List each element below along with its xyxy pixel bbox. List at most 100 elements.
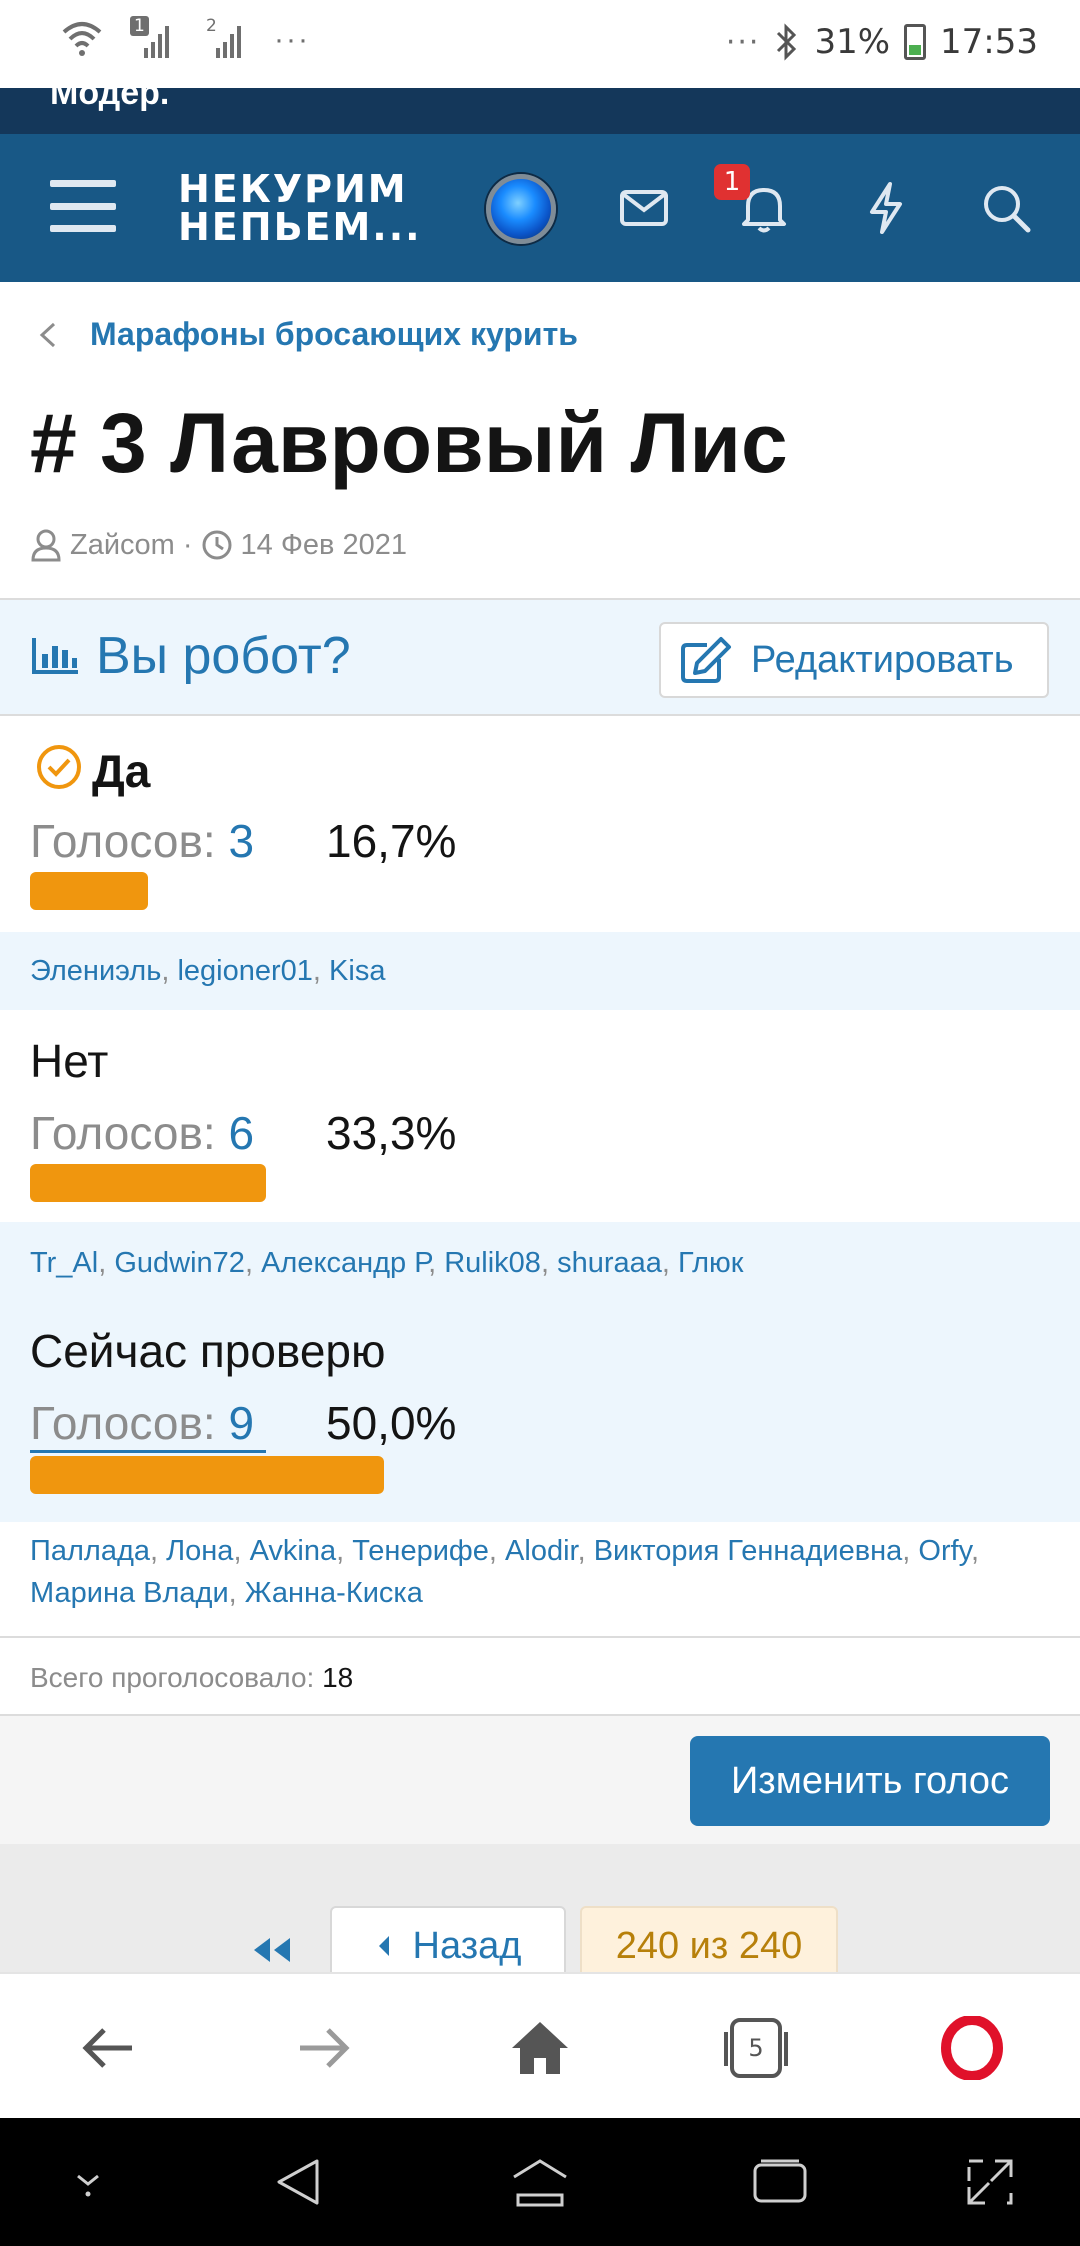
voter-link[interactable]: Паллада bbox=[30, 1535, 150, 1567]
voter-link[interactable]: Александр Р bbox=[261, 1247, 428, 1279]
battery-percent: 31% bbox=[814, 22, 891, 62]
voter-link[interactable]: Kisa bbox=[329, 955, 385, 987]
voter-link[interactable]: Жанна-Киска bbox=[245, 1577, 423, 1609]
chevron-left-icon bbox=[39, 322, 56, 347]
nav-hide-button[interactable] bbox=[56, 2150, 120, 2214]
poll-option-percent: 50,0% bbox=[326, 1397, 457, 1449]
voter-separator: , bbox=[98, 1247, 115, 1279]
user-avatar[interactable] bbox=[486, 174, 556, 244]
wifi-icon bbox=[62, 22, 102, 56]
voter-link[interactable]: Orfy bbox=[918, 1535, 971, 1567]
nav-home-button[interactable] bbox=[508, 2150, 572, 2214]
poll-option-name: Сейчас проверю bbox=[30, 1325, 386, 1377]
voter-link[interactable]: Rulik08 bbox=[444, 1247, 541, 1279]
votes-count: 9 bbox=[228, 1397, 255, 1449]
poll-footer: Изменить голос bbox=[0, 1714, 1080, 1844]
browser-toolbar: 5 bbox=[0, 1972, 1080, 2118]
thread-date[interactable]: 14 Фев 2021 bbox=[241, 529, 407, 562]
system-nav-bar bbox=[0, 2118, 1080, 2246]
pagination-area: Назад 240 из 240 bbox=[0, 1844, 1080, 1986]
votes-count: 3 bbox=[228, 815, 255, 867]
voter-link[interactable]: Gudwin72 bbox=[114, 1247, 245, 1279]
edit-icon bbox=[681, 637, 731, 683]
voter-separator: , bbox=[228, 1577, 245, 1609]
poll-option-votes[interactable]: Голосов: 3 bbox=[30, 814, 254, 868]
browser-forward-button[interactable] bbox=[286, 2010, 362, 2086]
poll-question-text: Вы робот? bbox=[96, 627, 351, 685]
poll-option-votes[interactable]: Голосов: 6 bbox=[30, 1106, 254, 1160]
voter-separator: , bbox=[971, 1535, 980, 1567]
battery-icon bbox=[904, 24, 927, 60]
voter-link[interactable]: Марина Влади bbox=[30, 1577, 229, 1609]
thread-author[interactable]: Zайсom bbox=[70, 529, 175, 562]
browser-tabs-button[interactable]: 5 bbox=[718, 2010, 794, 2086]
poll-total: Всего проголосовало: 18 bbox=[30, 1662, 353, 1694]
poll-option-name: Нет bbox=[30, 1035, 109, 1087]
voter-link[interactable]: Лона bbox=[166, 1535, 233, 1567]
voter-link[interactable]: Виктория Геннадиевна bbox=[594, 1535, 903, 1567]
voter-link[interactable]: shuraaa bbox=[557, 1247, 662, 1279]
sim1-label: 1 bbox=[130, 16, 149, 36]
voter-separator: , bbox=[336, 1535, 353, 1567]
poll-option-votes[interactable]: Голосов: 9 bbox=[30, 1396, 267, 1453]
sim2-signal-icon: 2 bbox=[202, 16, 246, 62]
sim2-label: 2 bbox=[206, 16, 217, 36]
breadcrumb-link[interactable]: Марафоны бросающих курить bbox=[90, 316, 578, 353]
voter-separator: , bbox=[902, 1535, 919, 1567]
logo-line1: НЕКУРИМ bbox=[178, 167, 408, 211]
back-page-label: Назад bbox=[412, 1924, 522, 1967]
thread-title: # 3 Лавровый Лис bbox=[30, 396, 788, 490]
voter-link[interactable]: Тенерифе bbox=[352, 1535, 489, 1567]
nav-back-button[interactable] bbox=[266, 2150, 330, 2214]
poll-option-voters: Элениэль, legioner01, Kisa bbox=[0, 932, 1080, 1010]
nav-fullscreen-button[interactable] bbox=[958, 2150, 1022, 2214]
recents-icon bbox=[753, 2159, 807, 2203]
expand-icon bbox=[967, 2159, 1013, 2205]
poll-total-row: Всего проголосовало: 18 bbox=[0, 1636, 1080, 1716]
status-dots-left: ··· bbox=[274, 23, 310, 56]
poll-option-bar bbox=[30, 1456, 384, 1494]
voter-link[interactable]: Глюк bbox=[678, 1247, 743, 1279]
browser-back-button[interactable] bbox=[70, 2010, 146, 2086]
bar-chart-icon bbox=[32, 638, 78, 674]
poll-option: Нет Голосов: 6 33,3% bbox=[0, 1010, 1080, 1159]
total-value: 18 bbox=[322, 1662, 354, 1693]
voter-link[interactable]: legioner01 bbox=[177, 955, 312, 987]
voter-separator: , bbox=[233, 1535, 250, 1567]
voter-separator: , bbox=[244, 1247, 262, 1279]
voter-separator: , bbox=[161, 955, 178, 987]
poll-option-percent: 16,7% bbox=[326, 815, 457, 867]
poll-question: Вы робот? bbox=[30, 626, 351, 686]
opera-menu-button[interactable] bbox=[934, 2010, 1010, 2086]
voter-separator: , bbox=[540, 1247, 558, 1279]
poll-option: Сейчас проверю Голосов: 9 50,0% bbox=[0, 1310, 1080, 1453]
voter-link[interactable]: Avkina bbox=[250, 1535, 337, 1567]
edit-poll-button[interactable]: Редактировать bbox=[659, 622, 1049, 698]
opera-logo-icon bbox=[941, 2016, 1003, 2080]
poll-option-name: Да bbox=[92, 745, 151, 797]
search-icon[interactable] bbox=[976, 178, 1036, 238]
poll-option-bar bbox=[30, 1164, 266, 1202]
bluetooth-icon bbox=[777, 23, 797, 61]
mail-icon[interactable] bbox=[614, 178, 674, 238]
user-icon bbox=[31, 529, 61, 562]
poll-option: Да Голосов: 3 16,7% bbox=[0, 718, 1080, 867]
voter-link[interactable]: Элениэль bbox=[30, 955, 161, 987]
thread-meta: Zайсom · 14 Фев 2021 bbox=[30, 528, 407, 562]
voter-separator: , bbox=[661, 1247, 678, 1279]
first-page-icon[interactable] bbox=[250, 1934, 294, 1966]
check-circle-icon bbox=[37, 745, 81, 789]
change-vote-button[interactable]: Изменить голос bbox=[690, 1736, 1050, 1826]
home-icon bbox=[512, 2022, 568, 2074]
menu-button[interactable] bbox=[50, 180, 116, 232]
site-logo[interactable]: НЕКУРИМ НЕПЬЕМ... bbox=[178, 170, 422, 246]
breadcrumb[interactable]: Марафоны бросающих курить bbox=[36, 316, 578, 353]
lightning-icon[interactable] bbox=[856, 178, 916, 238]
poll-option-voters: Паллада, Лона, Avkina, Тенерифе, Alodir,… bbox=[0, 1512, 1080, 1636]
total-label: Всего проголосовало: bbox=[30, 1662, 315, 1693]
voter-link[interactable]: Alodir bbox=[505, 1535, 578, 1567]
voter-link[interactable]: Tr_Al bbox=[30, 1247, 98, 1279]
nav-recents-button[interactable] bbox=[748, 2150, 812, 2214]
voter-separator: , bbox=[577, 1535, 594, 1567]
browser-home-button[interactable] bbox=[502, 2010, 578, 2086]
